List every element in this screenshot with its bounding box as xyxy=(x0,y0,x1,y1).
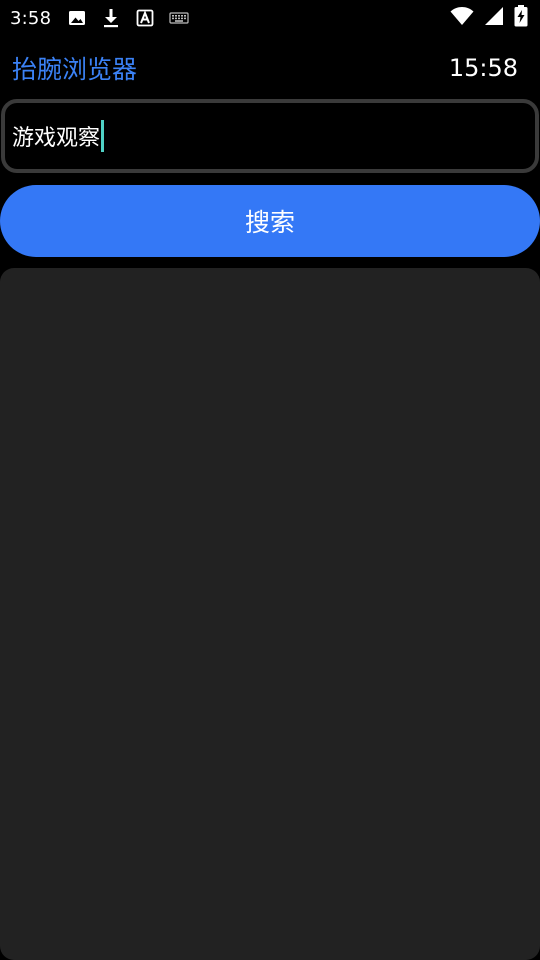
font-a-icon xyxy=(135,8,155,28)
search-input-value: 游戏观察 xyxy=(12,120,105,152)
search-text: 游戏观察 xyxy=(12,126,101,151)
signal-icon xyxy=(484,6,504,30)
search-button[interactable]: 搜索 xyxy=(0,185,540,257)
status-bar: 3:58 xyxy=(0,0,540,36)
app-header: 抬腕浏览器 15:58 xyxy=(0,44,540,92)
wifi-icon xyxy=(450,6,474,30)
image-icon xyxy=(67,8,87,28)
download-icon xyxy=(101,8,121,28)
status-right-icons xyxy=(450,5,528,31)
keyboard-icon xyxy=(169,8,189,28)
battery-charging-icon xyxy=(514,5,528,31)
status-left-icons xyxy=(67,8,189,28)
results-panel xyxy=(0,268,540,960)
clock: 15:58 xyxy=(448,54,518,82)
status-time: 3:58 xyxy=(10,7,52,29)
text-caret xyxy=(101,120,105,152)
app-title: 抬腕浏览器 xyxy=(12,55,138,84)
search-input[interactable]: 游戏观察 xyxy=(1,99,539,173)
